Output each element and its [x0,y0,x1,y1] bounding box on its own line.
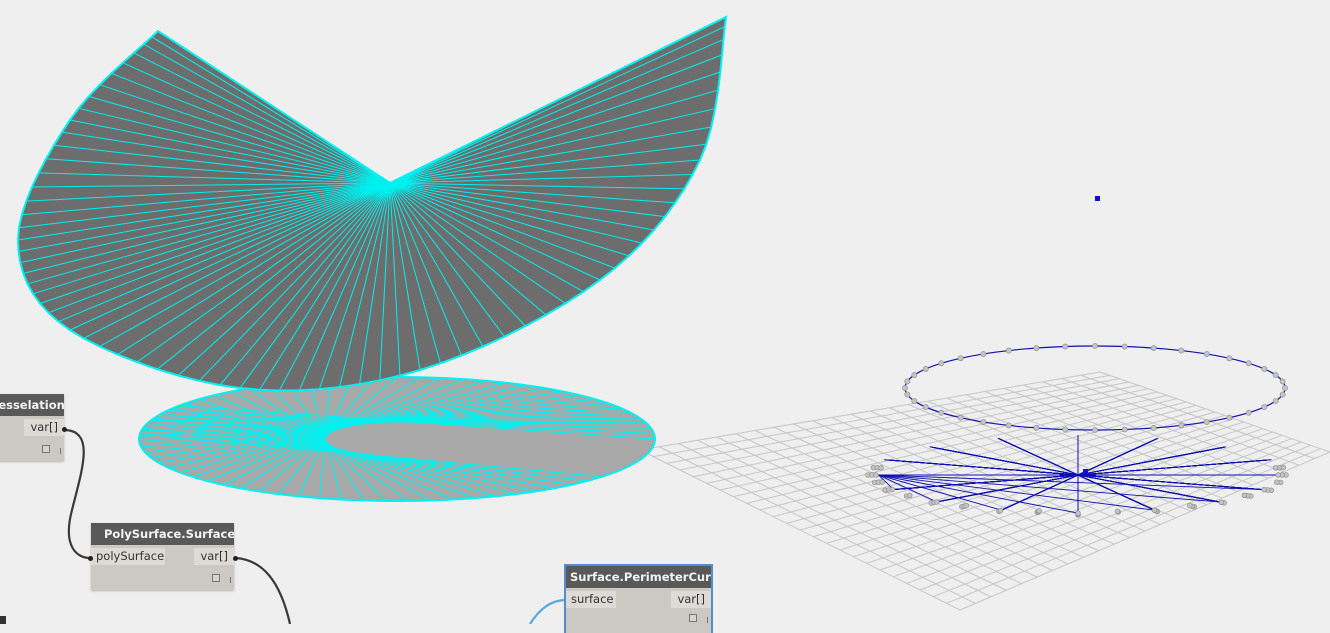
wire-into-perimeter-curves[interactable] [529,598,567,624]
curve-point [957,355,964,362]
helix-point [1272,465,1279,471]
curve-point [938,360,945,367]
helix-point [1274,479,1280,485]
helix-point [1218,499,1225,505]
curve-point [911,398,918,404]
helix-point [873,472,879,478]
output-port-var[interactable]: var[] [24,419,64,436]
helix-point [1114,508,1121,514]
curve-point [1272,372,1279,378]
perimeter-circle-curve [902,343,1288,433]
input-port-surface[interactable]: surface [566,591,616,608]
grid-line [866,428,1264,564]
curve-point [922,366,929,372]
graph-canvas[interactable]: Tesselation var[] PolySurface.Surfaces p… [0,0,1330,633]
helix-point [1151,507,1158,513]
helix-point [1187,502,1193,509]
polysurface-input-dot[interactable] [88,556,93,561]
grid-line [959,451,1330,611]
curve-point [1245,360,1252,367]
center-marker [1083,469,1088,474]
tesselation-output-dot[interactable] [62,427,67,432]
curve-point [904,378,911,385]
helix-point [1275,472,1281,478]
curve-point [1005,422,1012,429]
helix-point [907,492,913,499]
curve-point [1033,425,1040,431]
curve-point [1282,385,1288,391]
helix-point [1036,508,1042,514]
curve-point [1203,419,1210,425]
curve-point [980,351,987,357]
helix-point [997,507,1004,514]
output-port-var[interactable]: var[] [671,591,711,608]
helix-point [1241,492,1248,498]
helix-point [878,465,884,471]
curve-point [1261,366,1268,372]
curve-point [1062,343,1069,350]
curve-point [1005,347,1012,354]
wire-polysurface-to-next[interactable] [235,556,292,624]
helix-point [889,486,896,493]
grid-line [927,400,1192,512]
curve-point [1279,378,1286,385]
curve-point [1062,426,1069,433]
ground-grid [639,371,1330,611]
grid-line [1099,371,1330,453]
preview-toggle-icon[interactable] [42,445,50,453]
helix-point [1261,487,1267,493]
curve-point [938,409,945,416]
node-tesselation[interactable]: Tesselation var[] [0,394,64,461]
flat-disc-surface [138,376,656,502]
curve-point [1178,422,1185,429]
polysurface-output-dot[interactable] [233,556,238,561]
lacing-icon[interactable] [60,448,61,454]
helix-point [879,479,885,485]
fan-surface [16,15,728,392]
curve-point [1272,398,1279,404]
preview-toggle-icon[interactable] [689,614,697,622]
node-title[interactable]: PolySurface.Surfaces [91,523,234,545]
origin-marker [1095,196,1100,201]
input-port-polysurface[interactable]: polySurface [91,548,165,565]
node-title[interactable]: Surface.PerimeterCurves [566,566,711,588]
curve-point [1178,347,1185,354]
wire-tesselation-to-polysurface[interactable] [65,428,91,560]
curve-point [1261,404,1268,410]
curve-point [902,385,908,391]
offscreen-node-corner[interactable] [0,616,6,624]
curve-point [922,404,929,410]
curve-point [1245,409,1252,416]
curve-point [1226,355,1233,362]
grid-line [1080,374,1315,460]
helix-point [1075,510,1081,516]
output-port-var[interactable]: var[] [194,548,234,565]
node-surface-perimeter-curves[interactable]: Surface.PerimeterCurves surface var[] [564,564,713,633]
node-title[interactable]: Tesselation [0,394,64,416]
curve-point [1279,391,1286,398]
curve-point [1092,343,1098,349]
curve-point [904,391,911,398]
curve-point [1150,425,1157,431]
curve-point [1150,345,1157,351]
curve-point [1226,414,1233,421]
preview-toggle-icon[interactable] [212,574,220,582]
helix-point [934,499,940,505]
curve-point [980,419,987,425]
curve-point [1121,343,1128,350]
node-polysurface-surfaces[interactable]: PolySurface.Surfaces polySurface var[] [91,523,234,590]
curve-point [957,414,964,421]
curve-point [1203,351,1210,357]
helix-point [963,502,969,509]
lacing-icon[interactable] [230,577,231,583]
lacing-icon[interactable] [707,617,708,623]
curve-point [1033,345,1040,351]
curve-point [1121,426,1128,433]
curve-point [1092,427,1098,433]
curve-point [911,372,918,378]
grid-line [1061,378,1300,466]
